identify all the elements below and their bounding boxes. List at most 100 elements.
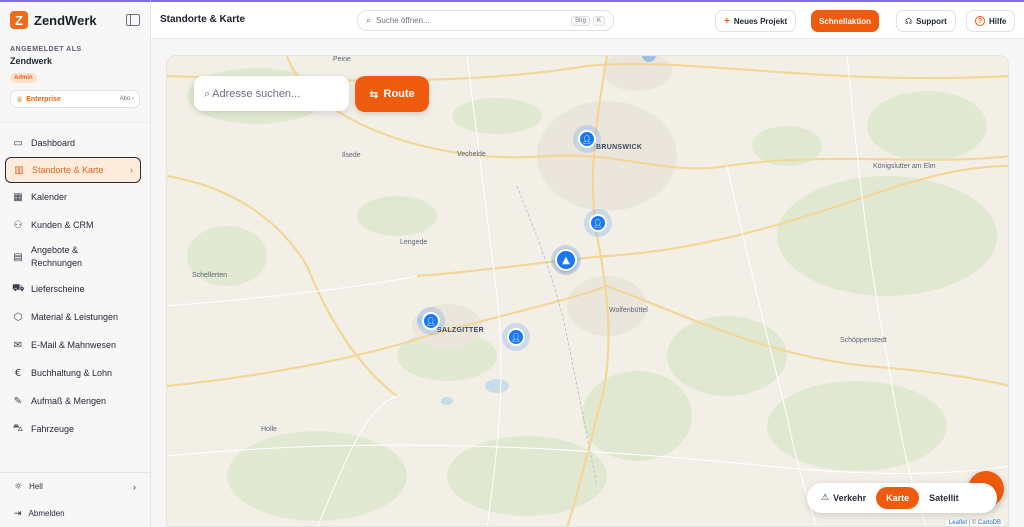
brand[interactable]: Z ZendWerk [0, 2, 150, 38]
truck-icon: ⛟ [12, 282, 25, 294]
route-icon: ⇆ [369, 87, 379, 101]
brand-logo: Z [10, 11, 28, 29]
sidebar-item-label: Material & Leistungen [31, 312, 119, 322]
page-title: Standorte & Karte [160, 14, 246, 25]
map-mode-satellit[interactable]: Satellit [919, 487, 969, 509]
sidebar-item-email[interactable]: ✉ E-Mail & Mahnwesen [0, 331, 150, 359]
place-label: BRUNSWICK [596, 144, 643, 151]
place-label: Schellerten [192, 272, 228, 279]
theme-toggle[interactable]: ☼ Hell › [0, 473, 150, 500]
leaflet-link[interactable]: Leaflet [949, 520, 967, 526]
sidebar-item-kunden[interactable]: ⚇ Kunden & CRM [0, 211, 150, 239]
map-mode-toggle: ⚠ Verkehr Karte Satellit [807, 483, 997, 513]
place-label: SALZGITTER [437, 327, 484, 334]
help-button[interactable]: ? Hilfe [966, 10, 1016, 32]
logout-button[interactable]: ⇥ Abmelden [0, 500, 150, 527]
navigation-arrow-icon: ▲ [562, 254, 570, 266]
location-marker[interactable]: 👤︎ [578, 130, 596, 148]
sidebar-item-label: Kalender [31, 192, 68, 202]
monitor-icon: ▭ [13, 137, 23, 149]
place-label: Lengede [400, 239, 428, 246]
plan-box[interactable]: ♛ Enterprise Abo › [10, 90, 140, 108]
map-attribution: Leaflet | © CartoDB [945, 520, 1004, 526]
search-icon: ⌕ [204, 86, 211, 100]
search-icon: ⌕ [366, 15, 372, 26]
map-mode-karte[interactable]: Karte [876, 487, 920, 509]
sun-icon: ☼ [14, 481, 23, 492]
sidebar-item-buchhaltung[interactable]: € Buchhaltung & Lohn [0, 359, 150, 387]
route-button[interactable]: ⇆ Route [355, 76, 429, 112]
cartodb-link[interactable]: CartoDB [978, 520, 1001, 526]
address-search-input[interactable]: ⌕ Adresse suchen... [194, 76, 349, 111]
sidebar-item-label: Standorte & Karte [32, 165, 104, 175]
support-label: Support [916, 16, 947, 26]
address-placeholder: Adresse suchen... [212, 87, 301, 100]
map-icon: ▥ [14, 164, 24, 176]
top-header: Standorte & Karte ⌕ Suche öffnen... Strg… [151, 0, 1024, 39]
support-button[interactable]: ☊ Support [896, 10, 956, 32]
brand-name: ZendWerk [34, 12, 97, 28]
location-marker[interactable]: 👤︎ [589, 214, 607, 232]
sidebar-item-label: Angebote & Rechnungen [31, 245, 83, 268]
sidebar-item-label: Lieferscheine [31, 284, 85, 294]
sidebar-item-material[interactable]: ⬡ Material & Leistungen [0, 303, 150, 331]
quick-actions-button[interactable]: Schnellaktion [811, 10, 880, 32]
user-icon: 👤︎ [425, 316, 437, 326]
user-icon: 👤︎ [510, 332, 522, 342]
document-icon: ▤ [13, 251, 23, 263]
logout-label: Abmelden [28, 509, 65, 518]
sidebar-bottom: ☼ Hell › ⇥ Abmelden [0, 472, 150, 527]
traffic-toggle[interactable]: ⚠ Verkehr [811, 487, 876, 509]
box-icon: ⬡ [13, 311, 23, 323]
euro-icon: € [14, 367, 22, 379]
crown-icon: ♛ [16, 94, 24, 104]
sidebar-item-label: Kunden & CRM [31, 220, 94, 230]
sidebar-item-label: E-Mail & Mahnwesen [31, 340, 117, 350]
sidebar-collapse-icon[interactable] [126, 14, 140, 26]
role-badge: Admin [10, 73, 37, 83]
account-caption: ANGEMELDET ALS [10, 46, 82, 53]
sidebar-item-dashboard[interactable]: ▭ Dashboard [0, 129, 150, 157]
mail-icon: ✉ [13, 339, 23, 351]
sidebar-item-aufmass[interactable]: ✎ Aufmaß & Mengen [0, 387, 150, 415]
sidebar-nav: ▭ Dashboard ▥ Standorte & Karte › ▦ Kale… [0, 122, 150, 443]
calendar-icon: ▦ [13, 191, 23, 203]
place-label: Peine [333, 56, 351, 63]
location-marker[interactable]: 👤︎ [422, 312, 440, 330]
users-icon: ⚇ [13, 219, 23, 231]
sidebar-item-lieferscheine[interactable]: ⛟ Lieferscheine [0, 275, 150, 303]
quick-actions-label: Schnellaktion [819, 16, 872, 26]
sidebar-item-fahrzeuge[interactable]: ⛍ Fahrzeuge [0, 415, 150, 443]
help-icon: ? [975, 16, 985, 26]
sidebar-item-kalender[interactable]: ▦ Kalender [0, 183, 150, 211]
satellite-label: Satellit [929, 493, 959, 503]
warning-triangle-icon: ⚠ [821, 493, 830, 503]
map-view[interactable]: Peine BRUNSWICK Königslutter am Elm Ilse… [166, 55, 1009, 527]
account-info: ANGEMELDET ALS Zendwerk Admin [0, 38, 150, 84]
sidebar: Z ZendWerk ANGEMELDET ALS Zendwerk Admin… [0, 0, 151, 527]
sidebar-item-standorte[interactable]: ▥ Standorte & Karte › [5, 157, 141, 183]
plan-action[interactable]: Abo › [120, 96, 134, 102]
chevron-right-icon: › [133, 481, 136, 492]
headset-icon: ☊ [905, 16, 913, 26]
new-project-button[interactable]: + Neues Projekt [715, 10, 797, 32]
sidebar-item-label: Dashboard [31, 138, 76, 148]
location-marker[interactable]: 👤︎ [507, 328, 525, 346]
sidebar-item-label: Aufmaß & Mengen [31, 396, 107, 406]
place-label: Ilsede [342, 152, 361, 159]
attribution-separator: | © [968, 520, 977, 526]
sidebar-item-label: Fahrzeuge [31, 424, 75, 434]
place-label: Vechelde [457, 151, 486, 158]
user-icon: 👤︎ [581, 134, 593, 144]
global-search[interactable]: ⌕ Suche öffnen... Strg K [357, 10, 614, 31]
car-icon: ⛍ [12, 422, 24, 434]
traffic-label: Verkehr [833, 493, 867, 503]
route-label: Route [383, 88, 415, 100]
current-location-marker[interactable]: ▲ [555, 249, 577, 271]
place-label: Königslutter am Elm [873, 163, 936, 170]
shortcut-key: K [592, 15, 605, 26]
account-name: Zendwerk [10, 56, 53, 66]
shortcut-key: Strg [570, 15, 590, 26]
sidebar-item-angebote[interactable]: ▤ Angebote & Rechnungen [0, 239, 150, 275]
chevron-right-icon: › [130, 165, 133, 175]
